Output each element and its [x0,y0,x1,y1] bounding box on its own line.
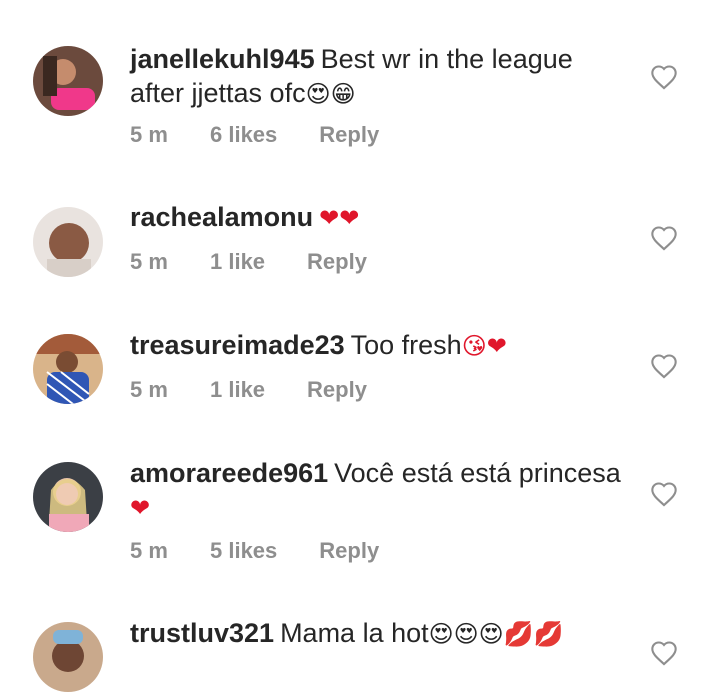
reply-button[interactable]: Reply [319,122,379,148]
comment-text: janellekuhl945 Best wr in the league afte… [130,42,630,111]
comment-likes[interactable]: 1 like [210,377,265,403]
comment-username[interactable]: amorareede961 [130,458,328,488]
comment-body: Você está está princesa [334,458,621,488]
comment-body: Too fresh [350,330,462,360]
comment-meta: 5 m 1 like Reply [130,249,367,275]
comment-likes[interactable]: 5 likes [210,538,277,564]
comment-time: 5 m [130,377,168,402]
comment-username[interactable]: janellekuhl945 [130,44,315,74]
comment-time: 5 m [130,249,168,274]
comment-text: amorareede961 Você está está princesa ❤ [130,456,630,525]
comment-likes[interactable]: 1 like [210,249,265,275]
avatar[interactable] [33,622,103,692]
comment-username[interactable]: treasureimade23 [130,330,345,360]
comment-text: trustluv321 Mama la hot😍😍😍💋💋 [130,616,630,651]
comment-emojis: 😍😁 [305,80,356,108]
comment-username[interactable]: trustluv321 [130,618,274,648]
comment-emojis: ❤ [130,494,151,522]
avatar[interactable] [33,207,103,277]
comment-body: Mama la hot [280,618,429,648]
reply-button[interactable]: Reply [307,377,367,403]
comment-meta: 5 m 6 likes Reply [130,122,379,148]
heart-outline-icon[interactable] [650,225,678,251]
comment-username[interactable]: rachealamonu [130,202,313,232]
comment-text: treasureimade23 Too fresh😘❤ [130,328,630,363]
heart-outline-icon[interactable] [650,640,678,666]
comment-meta: 5 m 5 likes Reply [130,538,379,564]
comment-time: 5 m [130,538,168,563]
reply-button[interactable]: Reply [319,538,379,564]
avatar[interactable] [33,46,103,116]
heart-outline-icon[interactable] [650,481,678,507]
comment-emojis: 😍😍😍💋💋 [428,620,564,648]
comment-time: 5 m [130,122,168,147]
heart-outline-icon[interactable] [650,64,678,90]
comment-emojis: ❤❤ [319,204,360,232]
comment-emojis: 😘❤ [461,332,507,360]
comment-likes[interactable]: 6 likes [210,122,277,148]
avatar[interactable] [33,462,103,532]
comment-meta: 5 m 1 like Reply [130,377,367,403]
comment-text: rachealamonu ❤❤ [130,200,630,235]
avatar[interactable] [33,334,103,404]
heart-outline-icon[interactable] [650,353,678,379]
reply-button[interactable]: Reply [307,249,367,275]
